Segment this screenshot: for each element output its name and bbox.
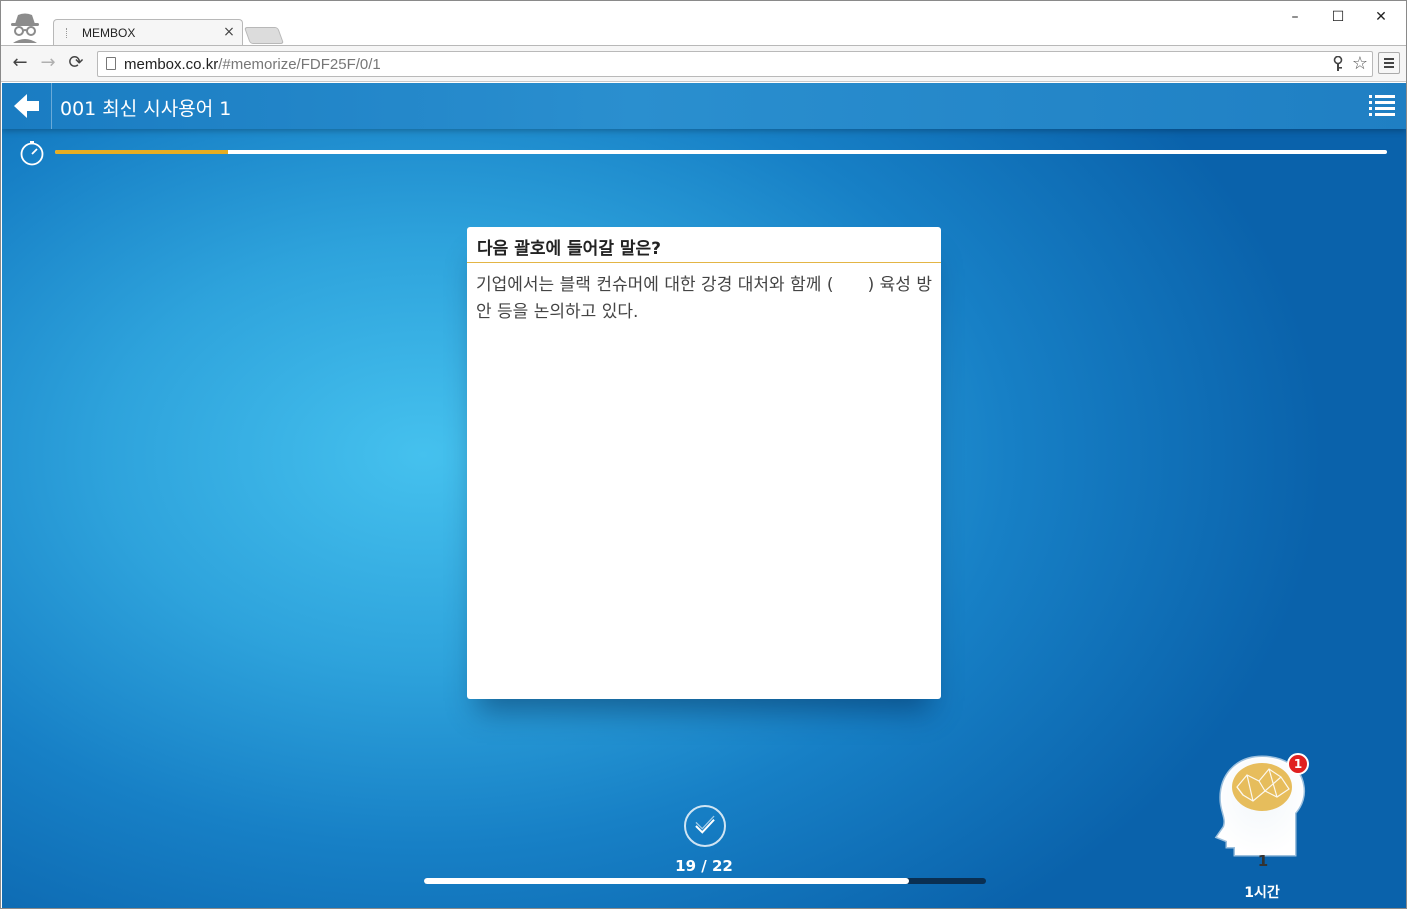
forward-arrow-icon[interactable]: →	[37, 52, 59, 74]
brain-count: 1	[1257, 852, 1269, 870]
card-text: 기업에서는 블랙 컨슈머에 대한 강경 대처와 함께 ( ) 육성 방안 등을 …	[476, 275, 932, 322]
back-arrow-icon	[14, 94, 39, 118]
browser-toolbar: ← → ⟳ membox.co.kr/#memorize/FDF25F/0/1 …	[1, 45, 1406, 82]
timer-progress-fill	[55, 150, 229, 154]
card-question: 다음 괄호에 들어갈 말은?	[467, 227, 941, 263]
stopwatch-icon	[20, 141, 44, 166]
url-path: /#memorize/FDF25F/0/1	[218, 56, 381, 73]
browser-menu-button[interactable]	[1378, 52, 1400, 74]
notification-badge: 1	[1287, 753, 1309, 775]
timer-progress-bar	[55, 150, 1387, 154]
menu-line	[1384, 58, 1394, 60]
page-icon	[106, 57, 116, 70]
card-counter: 19 / 22	[675, 857, 733, 875]
deck-title: 001 최신 시사용어 1	[60, 98, 232, 120]
tab-close-icon[interactable]: ×	[222, 24, 236, 40]
brain-label: 1시간	[1244, 885, 1280, 901]
close-window-button[interactable]: ✕	[1359, 5, 1403, 29]
title-bar: MEMBOX × – ☐ ✕	[1, 1, 1406, 46]
app-header: 001 최신 시사용어 1	[2, 83, 1406, 129]
card-progress-bar	[424, 878, 986, 884]
url-domain: membox.co.kr	[124, 56, 219, 73]
list-menu-icon[interactable]	[1368, 94, 1396, 118]
url-text[interactable]: membox.co.kr/#memorize/FDF25F/0/1	[124, 56, 381, 73]
new-tab-button[interactable]	[243, 27, 285, 44]
address-bar[interactable]: membox.co.kr/#memorize/FDF25F/0/1 ☆	[97, 51, 1373, 77]
card-progress-fill	[424, 878, 910, 884]
back-arrow-icon[interactable]: ←	[9, 52, 31, 74]
browser-window: MEMBOX × – ☐ ✕ ← → ⟳ membox.co.kr/#memor…	[0, 0, 1407, 909]
bookmark-star-icon[interactable]: ☆	[1352, 53, 1368, 75]
back-button[interactable]	[2, 83, 52, 129]
memory-brain-widget[interactable]: 1 1 1시간	[1207, 747, 1317, 907]
browser-tab[interactable]: MEMBOX ×	[53, 19, 243, 46]
minimize-button[interactable]: –	[1273, 5, 1317, 29]
menu-line	[1384, 66, 1394, 68]
key-icon[interactable]	[1332, 56, 1344, 72]
tab-title: MEMBOX	[82, 26, 136, 40]
incognito-icon	[11, 13, 39, 43]
check-answer-button[interactable]	[684, 805, 726, 847]
membox-app: 001 최신 시사용어 1 다음 괄호에 들어갈 말은? 기업에서는 블랙 컨슈…	[2, 83, 1406, 908]
reload-icon[interactable]: ⟳	[65, 52, 87, 74]
page-favicon-icon	[66, 28, 75, 38]
question-card[interactable]: 다음 괄호에 들어갈 말은? 기업에서는 블랙 컨슈머에 대한 강경 대처와 함…	[467, 227, 941, 699]
maximize-button[interactable]: ☐	[1316, 5, 1360, 29]
menu-line	[1384, 62, 1394, 64]
